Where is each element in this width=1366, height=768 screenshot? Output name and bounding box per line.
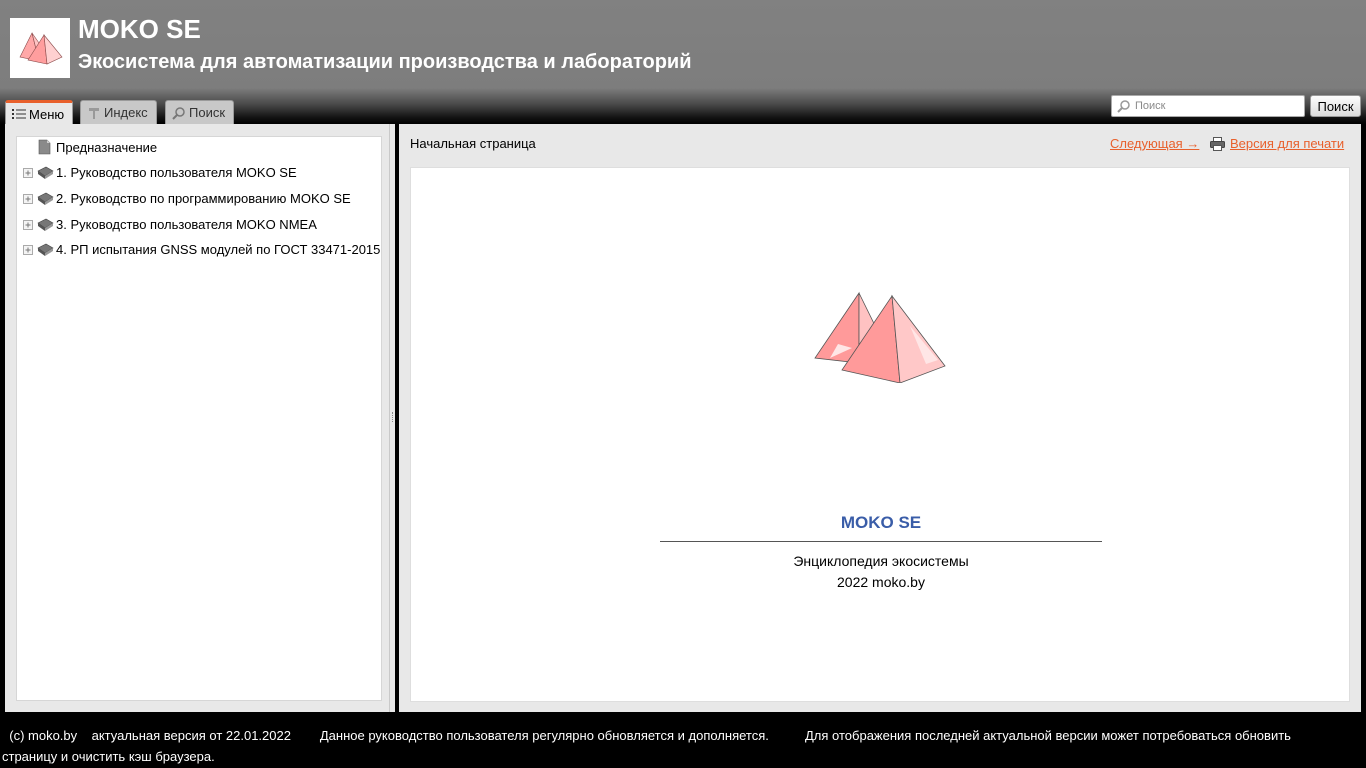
next-page-link[interactable]: Следующая →: [1110, 136, 1199, 151]
expand-plus-icon[interactable]: [23, 245, 33, 255]
footer-note-updates: Данное руководство пользователя регулярн…: [319, 728, 769, 743]
navigation-panel: Предназначение 1. Руководство пользовате…: [5, 124, 395, 712]
splitter-grip-icon: [392, 412, 394, 422]
tab-search[interactable]: Поиск: [165, 100, 235, 124]
tree-item-book-2[interactable]: 2. Руководство по программированию MOKO …: [17, 188, 381, 210]
book-icon: [37, 166, 54, 179]
page-icon: [38, 139, 51, 155]
tree-item-book-1[interactable]: 1. Руководство пользователя MOKO SE: [17, 162, 381, 184]
pyramid-logo-icon: [19, 32, 63, 65]
tree-item-label: Предназначение: [56, 140, 158, 155]
search-icon: [1117, 100, 1130, 113]
site-subtitle: Экосистема для автоматизации производств…: [78, 51, 692, 73]
search-input[interactable]: [1111, 95, 1305, 117]
list-icon: [12, 109, 26, 119]
search-button[interactable]: Поиск: [1310, 95, 1361, 117]
pushpin-icon: [89, 107, 99, 119]
book-icon: [37, 243, 54, 256]
content-title: MOKO SE: [840, 513, 922, 532]
content-subtitle: Энциклопедия экосистемы: [793, 553, 969, 569]
footer-copyright: (c) moko.by: [9, 728, 78, 743]
panel-splitter[interactable]: [389, 124, 395, 712]
print-version-link[interactable]: Версия для печати: [1230, 136, 1344, 151]
expand-plus-icon[interactable]: [23, 220, 33, 230]
tab-search-label: Поиск: [189, 105, 226, 120]
tab-index[interactable]: Индекс: [80, 100, 157, 124]
divider: [660, 541, 1102, 542]
footer: (c) moko.by актуальная версия от 22.01.2…: [2, 725, 1342, 767]
content-copyright: 2022 moko.by: [837, 574, 925, 590]
tree-item-label: 2. Руководство по программированию MOKO …: [56, 191, 351, 206]
tree-item-label: 3. Руководство пользователя MOKO NMEA: [56, 217, 317, 232]
tree-item-label: 4. РП испытания GNSS модулей по ГОСТ 334…: [56, 242, 381, 257]
content-panel: Начальная страница Следующая → Версия дл…: [399, 124, 1361, 712]
footer-version: актуальная версия от 22.01.2022: [91, 728, 291, 743]
book-icon: [37, 218, 54, 231]
tree-item-label: 1. Руководство пользователя MOKO SE: [56, 165, 297, 180]
logo[interactable]: [10, 18, 70, 78]
tab-menu-label: Меню: [29, 106, 65, 122]
expand-plus-icon[interactable]: [23, 194, 33, 204]
book-icon: [37, 192, 54, 205]
tree-item-purpose[interactable]: Предназначение: [17, 137, 381, 159]
magnifier-icon: [172, 106, 185, 120]
printer-icon[interactable]: [1210, 137, 1225, 151]
toc-tree: Предназначение 1. Руководство пользовате…: [16, 136, 382, 701]
tree-item-book-3[interactable]: 3. Руководство пользователя MOKO NMEA: [17, 214, 381, 236]
site-title: MOKO SE: [78, 14, 201, 44]
tree-item-book-4[interactable]: 4. РП испытания GNSS модулей по ГОСТ 334…: [17, 239, 381, 261]
tab-menu[interactable]: Меню: [5, 100, 74, 125]
expand-plus-icon[interactable]: [23, 168, 33, 178]
content-area: MOKO SE Энциклопедия экосистемы 2022 mok…: [410, 167, 1350, 702]
pyramid-logo-icon: [814, 291, 946, 383]
tab-index-label: Индекс: [104, 105, 148, 120]
breadcrumb: Начальная страница: [410, 136, 536, 151]
